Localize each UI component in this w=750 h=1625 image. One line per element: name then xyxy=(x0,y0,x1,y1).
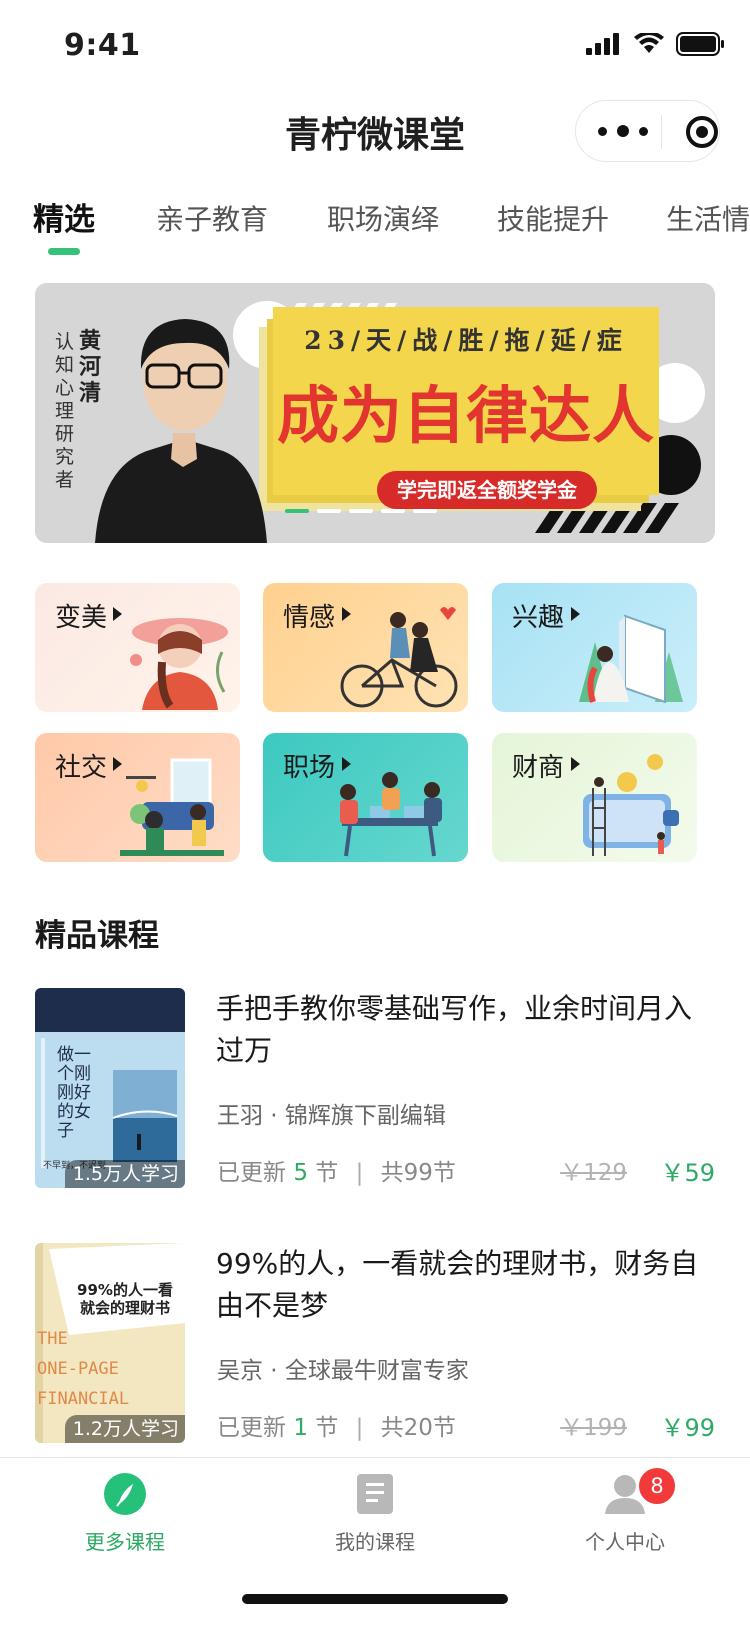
course-author: 王羽 · 锦辉旗下副编辑 xyxy=(217,1103,446,1129)
wallet-coins-illustration xyxy=(583,754,679,856)
status-time: 9:41 xyxy=(64,28,141,63)
category-finance[interactable]: 财商 xyxy=(492,733,697,862)
course-progress: 已更新 5 节 | 共99节 xyxy=(217,1153,456,1187)
pager-dot-active[interactable] xyxy=(285,509,309,513)
tab-more-courses[interactable]: 更多课程 xyxy=(0,1472,250,1555)
girl-with-hat-illustration xyxy=(130,618,228,710)
course-card[interactable]: 做一个刚刚好的女子 不早到，不迟到 1.5万人学习 手把手教你零基础写作，业余时… xyxy=(35,988,715,1188)
original-price: ￥199 xyxy=(560,1415,627,1441)
cover-english-2: ONE-PAGE xyxy=(37,1359,119,1379)
navigation-bar: 青柠微课堂 xyxy=(0,90,750,174)
updated-count: 5 xyxy=(293,1160,308,1186)
banner-pill: 学完即返全额奖学金 xyxy=(377,471,597,509)
tab-label: 个人中心 xyxy=(585,1530,665,1554)
course-cover[interactable]: 做一个刚刚好的女子 不早到，不迟到 1.5万人学习 xyxy=(35,988,185,1188)
course-cover[interactable]: 99%的人一看就会的理财书 THE ONE-PAGE FINANCIAL 1.2… xyxy=(35,1243,185,1443)
meta-separator: | xyxy=(355,1160,364,1186)
category-emotion[interactable]: 情感 xyxy=(263,583,468,712)
cover-english-1: THE xyxy=(37,1329,68,1349)
tab-indicator xyxy=(48,248,80,255)
mini-program-capsule xyxy=(575,100,720,162)
course-title[interactable]: 99%的人，一看就会的理财书，财务自由不是梦 xyxy=(216,1243,711,1327)
tab-label: 更多课程 xyxy=(85,1530,165,1554)
sale-price: ￥99 xyxy=(660,1414,715,1442)
updated-suffix: 节 xyxy=(315,1415,339,1441)
compass-icon xyxy=(104,1473,146,1515)
banner-pager xyxy=(285,509,437,513)
close-target-icon[interactable] xyxy=(685,115,719,149)
tab-workplace[interactable]: 职场演绎 xyxy=(327,198,439,238)
reading-girl-illustration xyxy=(579,614,683,704)
total-lessons: 共20节 xyxy=(380,1415,456,1441)
cover-title: 99%的人一看就会的理财书 xyxy=(77,1281,173,1317)
tab-skills[interactable]: 技能提升 xyxy=(497,198,609,238)
sale-price: ￥59 xyxy=(660,1159,715,1187)
category-label: 社交 xyxy=(55,753,108,783)
learners-badge: 1.5万人学习 xyxy=(64,1160,185,1188)
capsule-divider xyxy=(661,115,662,149)
wifi-icon xyxy=(634,33,664,53)
updated-prefix: 已更新 xyxy=(217,1415,286,1441)
chevron-right-icon xyxy=(113,607,122,621)
total-lessons: 共99节 xyxy=(380,1160,456,1186)
document-icon xyxy=(357,1474,393,1514)
updated-suffix: 节 xyxy=(315,1160,339,1186)
category-beauty[interactable]: 变美 xyxy=(35,583,240,712)
home-indicator xyxy=(242,1594,508,1604)
pager-dot[interactable] xyxy=(413,509,437,513)
category-social[interactable]: 社交 xyxy=(35,733,240,862)
category-workplace[interactable]: 职场 xyxy=(263,733,468,862)
category-label: 情感 xyxy=(283,603,336,633)
tab-label: 我的课程 xyxy=(335,1530,415,1554)
cover-title: 做一个刚刚好的女子 xyxy=(57,1045,91,1141)
course-card[interactable]: 99%的人一看就会的理财书 THE ONE-PAGE FINANCIAL 1.2… xyxy=(35,1243,715,1443)
more-icon[interactable] xyxy=(598,111,648,151)
meta-separator: | xyxy=(355,1415,364,1441)
tab-featured[interactable]: 精选 xyxy=(33,194,95,239)
category-interest[interactable]: 兴趣 xyxy=(492,583,697,712)
living-room-illustration xyxy=(120,758,224,856)
course-progress: 已更新 1 节 | 共20节 xyxy=(217,1408,456,1442)
learners-badge: 1.2万人学习 xyxy=(64,1415,185,1443)
battery-icon xyxy=(676,32,724,56)
category-label: 变美 xyxy=(55,603,108,633)
banner-person-name: 黄河清 xyxy=(79,329,102,406)
banner-headline: 成为自律达人 xyxy=(276,379,655,452)
course-title[interactable]: 手把手教你零基础写作，业余时间月入过万 xyxy=(216,988,711,1072)
updated-prefix: 已更新 xyxy=(217,1160,286,1186)
section-title: 精品课程 xyxy=(35,918,159,954)
notification-badge: 8 xyxy=(637,1466,677,1506)
original-price: ￥129 xyxy=(560,1160,627,1186)
signal-icon xyxy=(586,33,619,55)
category-label: 财商 xyxy=(512,753,565,783)
banner-subtitle: 23/天/战/胜/拖/延/症 xyxy=(304,326,628,355)
tab-my-courses[interactable]: 我的课程 xyxy=(250,1472,500,1555)
course-author: 吴京 · 全球最牛财富专家 xyxy=(217,1358,469,1384)
category-label: 兴趣 xyxy=(512,603,565,633)
pager-dot[interactable] xyxy=(317,509,341,513)
promo-banner[interactable]: 黄河清 认知心理研究者 23/天/战/胜/拖/延/症 成为自律达人 学完即返全额… xyxy=(35,283,715,543)
status-bar: 9:41 xyxy=(0,0,750,90)
pager-dot[interactable] xyxy=(381,509,405,513)
tab-lifestyle[interactable]: 生活情趣 xyxy=(666,198,750,238)
couple-on-bike-illustration xyxy=(340,607,458,708)
cover-english-3: FINANCIAL xyxy=(37,1389,130,1409)
banner-person-title: 认知心理研究者 xyxy=(55,331,75,491)
tab-profile[interactable]: 8 个人中心 xyxy=(500,1466,750,1555)
pager-dot[interactable] xyxy=(349,509,373,513)
updated-count: 1 xyxy=(293,1415,308,1441)
tab-parenting[interactable]: 亲子教育 xyxy=(156,198,268,238)
meeting-illustration xyxy=(340,772,442,857)
category-grid: 变美 情感 兴趣 社交 职场 财商 xyxy=(35,583,715,873)
category-tabs: 精选 亲子教育 职场演绎 技能提升 生活情趣 xyxy=(0,190,750,260)
